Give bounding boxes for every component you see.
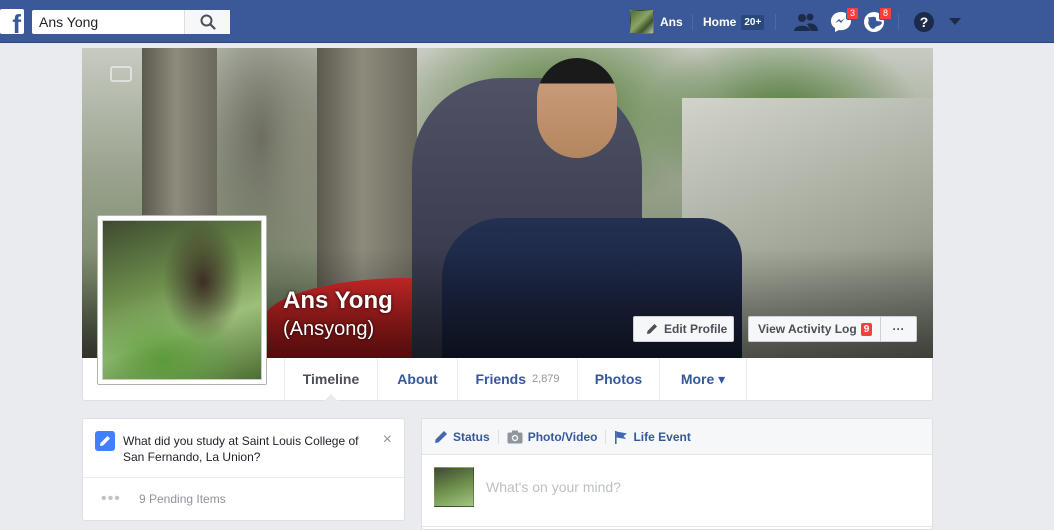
search-input[interactable]	[32, 11, 182, 33]
pencil-icon	[100, 436, 110, 446]
tab-label: More ▾	[680, 370, 726, 387]
friend-requests-button[interactable]	[794, 10, 818, 34]
composer-status-tab[interactable]: Status	[434, 430, 490, 444]
active-tab-indicator	[324, 394, 338, 401]
activity-log-label: View Activity Log	[758, 322, 857, 336]
tab-friends[interactable]: Friends 2,879	[457, 358, 577, 400]
tab-more[interactable]: More ▾	[659, 358, 747, 400]
activity-log-count-badge: 9	[860, 322, 873, 336]
search-button[interactable]	[184, 10, 230, 34]
composer-photo-tab[interactable]: Photo/Video	[507, 429, 598, 444]
account-menu-button[interactable]	[943, 10, 967, 34]
profile-picture-image	[102, 220, 262, 380]
profile-picture[interactable]	[97, 215, 267, 385]
notifications-count-badge: 8	[878, 7, 892, 20]
status-label: Status	[453, 429, 490, 444]
friends-count: 2,879	[532, 373, 560, 385]
edit-profile-button[interactable]: Edit Profile	[633, 316, 734, 342]
close-icon[interactable]: ×	[383, 431, 392, 449]
messages-button[interactable]: 3	[829, 7, 859, 34]
tab-photos[interactable]: Photos	[577, 358, 659, 400]
cover-person-head-graphic	[537, 58, 617, 158]
post-composer: Status Photo/Video Life Event	[421, 418, 933, 530]
tab-label: Friends	[475, 371, 527, 387]
help-icon: ?	[914, 12, 934, 32]
view-activity-log-button[interactable]: View Activity Log 9	[748, 316, 881, 342]
svg-text:?: ?	[920, 14, 929, 30]
camera-icon[interactable]	[110, 66, 132, 82]
more-dots-icon: ···	[892, 322, 905, 336]
avatar	[434, 467, 474, 507]
pending-items-card: What did you study at Saint Louis Colleg…	[82, 418, 405, 521]
search-box	[32, 10, 230, 34]
pending-dots-icon: •••	[101, 490, 121, 507]
more-options-button[interactable]: ···	[880, 316, 917, 342]
avatar	[630, 10, 654, 34]
pending-items-link[interactable]: 9 Pending Items	[139, 492, 226, 506]
facebook-logo[interactable]: f	[0, 9, 24, 39]
nav-divider	[775, 14, 776, 30]
notifications-button[interactable]: 8	[862, 7, 892, 34]
photo-video-label: Photo/Video	[527, 429, 598, 444]
divider	[83, 477, 404, 478]
edit-profile-label: Edit Profile	[664, 322, 728, 336]
divider	[497, 429, 499, 444]
divider	[422, 526, 932, 527]
search-icon	[200, 14, 216, 30]
composer-life-event-tab[interactable]: Life Event	[614, 429, 691, 444]
home-label: Home	[703, 15, 737, 29]
facebook-logo-letter: f	[12, 9, 21, 39]
home-count-badge: 20+	[741, 14, 765, 30]
profile-alternate-name: (Ansyong)	[283, 318, 375, 340]
profile-name[interactable]: Ans Yong	[283, 287, 393, 315]
status-input[interactable]	[486, 475, 906, 499]
nav-user-name: Ans	[660, 15, 683, 29]
tab-label: Photos	[594, 371, 643, 387]
pencil-icon	[435, 430, 447, 443]
camera-icon	[507, 430, 523, 443]
tab-label: Timeline	[302, 371, 360, 387]
education-prompt-icon	[95, 431, 115, 451]
top-navigation-bar: f Ans Home 20+ 3	[0, 0, 1054, 43]
tab-label: About	[397, 371, 438, 387]
nav-divider	[692, 14, 693, 30]
flag-icon	[615, 430, 628, 444]
composer-tabs: Status Photo/Video Life Event	[422, 419, 932, 455]
friend-requests-icon	[794, 13, 818, 31]
help-button[interactable]: ?	[912, 10, 936, 34]
tab-timeline[interactable]: Timeline	[284, 358, 377, 401]
nav-profile-link[interactable]: Ans	[630, 10, 683, 34]
education-prompt-text[interactable]: What did you study at Saint Louis Colleg…	[123, 433, 373, 465]
pencil-icon	[647, 324, 657, 334]
divider	[605, 429, 607, 444]
messages-count-badge: 3	[845, 7, 859, 20]
nav-home-link[interactable]: Home 20+	[703, 10, 765, 34]
caret-down-icon	[949, 18, 961, 25]
tab-about[interactable]: About	[377, 358, 457, 400]
life-event-label: Life Event	[633, 429, 691, 444]
nav-divider	[898, 14, 899, 30]
